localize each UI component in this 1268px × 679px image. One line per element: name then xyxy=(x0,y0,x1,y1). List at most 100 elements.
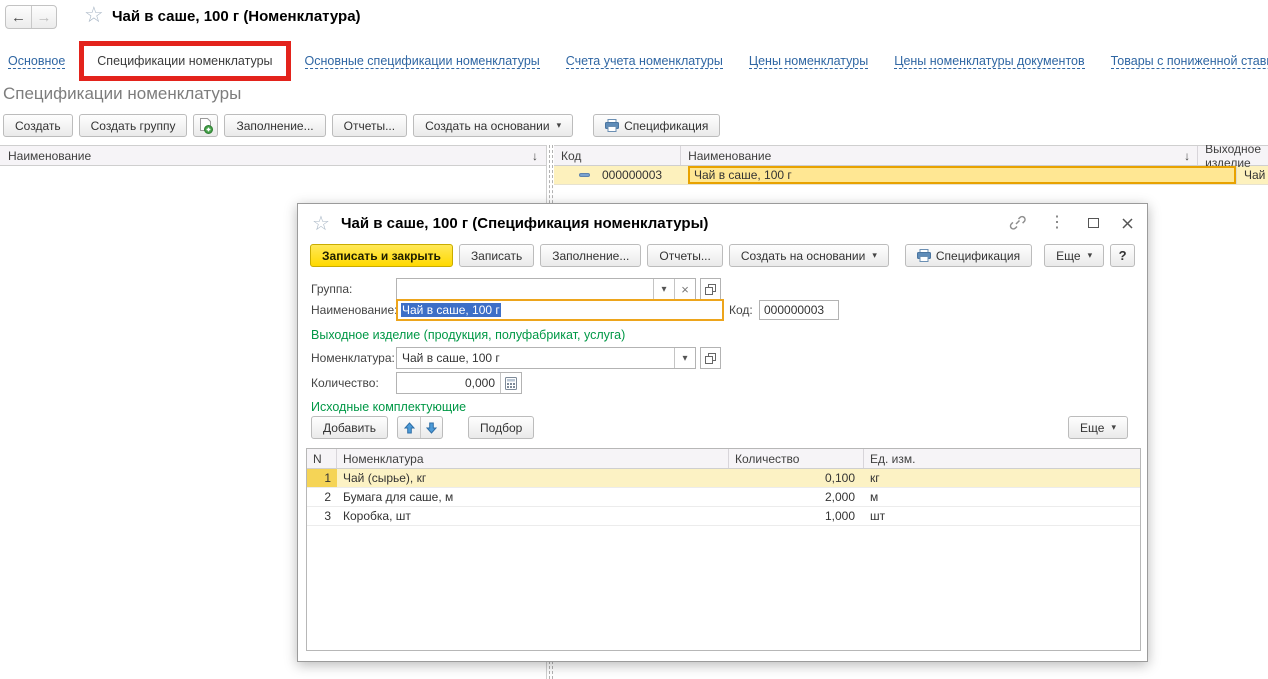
row-number-cell[interactable]: 3 xyxy=(307,507,337,525)
component-row[interactable]: 3 Коробка, шт 1,000 шт xyxy=(307,507,1140,526)
nomenclature-field-row: Номенклатура: Чай в саше, 100 г ▾ xyxy=(311,347,1134,369)
components-table-header: N Номенклатура Количество Ед. изм. xyxy=(307,449,1140,469)
component-row[interactable]: 2 Бумага для саше, м 2,000 м xyxy=(307,488,1140,507)
nav-link-reduced-rate-goods[interactable]: Товары с пониженной ставкой н xyxy=(1111,54,1268,69)
code-label: Код: xyxy=(729,303,753,317)
create-based-on-button[interactable]: Создать на основании ▾ xyxy=(413,114,573,137)
print-specification-label: Спецификация xyxy=(624,119,708,133)
forward-arrow-icon: → xyxy=(37,9,52,26)
nomenclature-open-button[interactable] xyxy=(700,347,721,369)
group-label: Группа: xyxy=(311,282,396,296)
calculator-icon xyxy=(505,377,517,390)
favorite-star-icon[interactable]: ☆ xyxy=(312,211,330,236)
create-button[interactable]: Создать xyxy=(3,114,73,137)
nav-link-prices[interactable]: Цены номенклатуры xyxy=(749,54,868,69)
specification-code: 000000003 xyxy=(602,168,662,182)
create-group-button[interactable]: Создать группу xyxy=(79,114,188,137)
printer-icon xyxy=(917,249,931,262)
back-button[interactable]: ← xyxy=(6,6,31,28)
row-number-cell[interactable]: 2 xyxy=(307,488,337,506)
copy-link-icon[interactable] xyxy=(1009,215,1026,231)
nav-link-main-specifications[interactable]: Основные спецификации номенклатуры xyxy=(305,54,540,69)
more-button[interactable]: Еще ▾ xyxy=(1044,244,1104,267)
dropdown-caret-icon: ▾ xyxy=(872,250,877,261)
groups-name-column-header[interactable]: Наименование xyxy=(8,149,91,163)
specification-code-cell[interactable]: 000000003 xyxy=(554,166,688,184)
code-input[interactable] xyxy=(759,300,839,320)
back-arrow-icon: ← xyxy=(11,9,26,26)
print-specification-button[interactable]: Спецификация xyxy=(593,114,720,137)
group-clear-button[interactable]: × xyxy=(674,279,695,299)
name-input[interactable]: Чай в саше, 100 г xyxy=(396,299,724,321)
name-label: Наименование: xyxy=(311,303,396,317)
quantity-column-header[interactable]: Количество xyxy=(729,449,864,468)
group-open-button[interactable] xyxy=(700,278,721,300)
nav-link-main[interactable]: Основное xyxy=(8,54,65,69)
selected-text: Чай в саше, 100 г xyxy=(401,303,501,317)
n-column-header[interactable]: N xyxy=(307,449,337,468)
maximize-box-glyph xyxy=(1088,218,1099,228)
fill-button[interactable]: Заполнение... xyxy=(540,244,641,267)
row-number-cell[interactable]: 1 xyxy=(307,469,337,487)
specification-dialog: ☆ Чай в саше, 100 г (Спецификация номенк… xyxy=(297,203,1148,662)
reports-button[interactable]: Отчеты... xyxy=(332,114,407,137)
name-column-label: Наименование xyxy=(688,149,771,163)
reports-button[interactable]: Отчеты... xyxy=(647,244,722,267)
move-row-up-button[interactable] xyxy=(398,417,420,438)
group-dropdown-button[interactable]: ▾ xyxy=(653,279,674,299)
create-based-on-label: Создать на основании xyxy=(425,119,550,133)
maximize-icon[interactable] xyxy=(1088,218,1099,228)
specification-name-cell[interactable]: Чай в саше, 100 г xyxy=(688,166,1236,184)
component-qty-cell[interactable]: 2,000 xyxy=(729,488,864,506)
component-name-cell[interactable]: Бумага для саше, м xyxy=(337,488,729,506)
component-unit-cell[interactable]: м xyxy=(864,488,1140,506)
pick-button[interactable]: Подбор xyxy=(468,416,534,439)
quantity-input[interactable]: 0,000 xyxy=(397,373,500,393)
name-column-header[interactable]: Наименование ↓ xyxy=(681,146,1198,165)
move-row-down-button[interactable] xyxy=(420,417,442,438)
dropdown-caret-icon: ▾ xyxy=(1111,422,1116,433)
component-unit-cell[interactable]: кг xyxy=(864,469,1140,487)
output-column-header[interactable]: Выходное изделие xyxy=(1198,146,1268,165)
move-row-group xyxy=(397,416,443,439)
fill-button[interactable]: Заполнение... xyxy=(224,114,325,137)
print-specification-label: Спецификация xyxy=(936,249,1020,263)
create-by-copy-button[interactable] xyxy=(193,114,218,137)
code-column-header[interactable]: Код xyxy=(554,146,681,165)
nomenclature-dropdown-button[interactable]: ▾ xyxy=(674,348,695,368)
dropdown-caret-icon: ▾ xyxy=(557,120,562,131)
print-specification-button[interactable]: Спецификация xyxy=(905,244,1032,267)
copy-document-plus-icon xyxy=(198,118,213,134)
calculator-button[interactable] xyxy=(500,373,521,393)
nav-link-accounts[interactable]: Счета учета номенклатуры xyxy=(566,54,723,69)
groups-list-header[interactable]: Наименование ↓ xyxy=(0,145,546,166)
close-icon[interactable] xyxy=(1122,218,1133,229)
create-based-on-button[interactable]: Создать на основании ▾ xyxy=(729,244,889,267)
add-row-button[interactable]: Добавить xyxy=(311,416,388,439)
more-menu-kebab-icon[interactable]: ⋮ xyxy=(1049,215,1065,231)
help-button[interactable]: ? xyxy=(1110,244,1135,267)
component-name-cell[interactable]: Коробка, шт xyxy=(337,507,729,525)
save-and-close-button[interactable]: Записать и закрыть xyxy=(310,244,453,267)
save-button[interactable]: Записать xyxy=(459,244,534,267)
group-input[interactable] xyxy=(397,279,653,299)
component-qty-cell[interactable]: 1,000 xyxy=(729,507,864,525)
sort-descending-icon: ↓ xyxy=(532,149,538,163)
specification-output-cell[interactable]: Чай в саше, 100 г xyxy=(1236,166,1268,184)
nomenclature-column-header[interactable]: Номенклатура xyxy=(337,449,729,468)
unit-column-header[interactable]: Ед. изм. xyxy=(864,449,1140,468)
component-name-cell[interactable]: Чай (сырье), кг xyxy=(337,469,729,487)
more-button[interactable]: Еще ▾ xyxy=(1068,416,1128,439)
specification-row[interactable]: 000000003 Чай в саше, 100 г Чай в саше, … xyxy=(554,166,1268,185)
favorite-star-icon[interactable]: ☆ xyxy=(84,2,104,28)
component-unit-cell[interactable]: шт xyxy=(864,507,1140,525)
component-qty-cell[interactable]: 0,100 xyxy=(729,469,864,487)
chevron-down-icon: ▾ xyxy=(661,284,666,295)
quantity-label: Количество: xyxy=(311,376,396,390)
nav-link-price-documents[interactable]: Цены номенклатуры документов xyxy=(894,54,1084,69)
nomenclature-input[interactable]: Чай в саше, 100 г xyxy=(397,348,674,368)
forward-button[interactable]: → xyxy=(31,6,56,28)
component-row[interactable]: 1 Чай (сырье), кг 0,100 кг xyxy=(307,469,1140,488)
nav-tab-specifications[interactable]: Спецификации номенклатуры xyxy=(97,54,272,68)
dialog-title: Чай в саше, 100 г (Спецификация номенкла… xyxy=(341,215,708,232)
